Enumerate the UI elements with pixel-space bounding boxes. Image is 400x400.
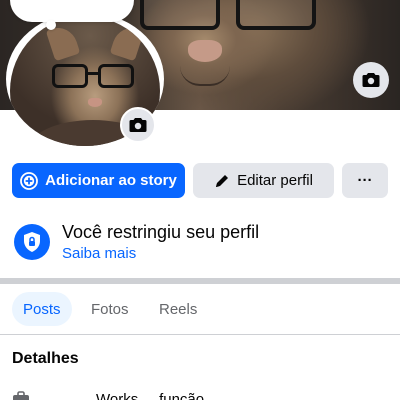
details-heading: Detalhes [12,350,79,367]
section-divider [0,278,400,284]
plus-circle-icon [20,171,39,190]
learn-more-link[interactable]: Saiba mais [62,245,136,262]
camera-icon [129,118,147,132]
tabs-divider [0,334,400,335]
profile-actions: Adicionar ao story Editar perfil ··· [12,163,388,198]
camera-icon [362,73,380,87]
add-to-story-label: Adicionar ao story [45,172,177,189]
add-to-story-button[interactable]: Adicionar ao story [12,163,185,198]
note-bubble-dot [46,20,56,30]
profile-restriction-notice: Você restringiu seu perfil Saiba mais [14,222,386,266]
cover-cat-glasses [140,0,340,32]
detail-row-text: ... ... ... Works ... função ... [46,391,221,400]
profile-tabs: Posts Fotos Reels [12,292,388,326]
more-options-button[interactable]: ··· [342,163,388,198]
pencil-icon [214,173,230,189]
more-options-label: ··· [357,172,373,189]
briefcase-icon [12,391,30,400]
tab-photos[interactable]: Fotos [80,292,140,326]
cover-camera-button[interactable] [353,62,389,98]
cover-cat-mouth [180,66,230,86]
tab-reels[interactable]: Reels [148,292,208,326]
profile-picture-camera-button[interactable] [120,107,156,143]
tab-posts[interactable]: Posts [12,292,72,326]
restriction-title: Você restringiu seu perfil [62,222,260,242]
shield-lock-icon [14,224,50,260]
edit-profile-label: Editar perfil [237,172,313,189]
note-bubble[interactable] [10,0,134,22]
edit-profile-button[interactable]: Editar perfil [193,163,334,198]
detail-row-work[interactable]: ... ... ... Works ... função ... [12,390,388,400]
cover-cat-nose [188,40,222,62]
